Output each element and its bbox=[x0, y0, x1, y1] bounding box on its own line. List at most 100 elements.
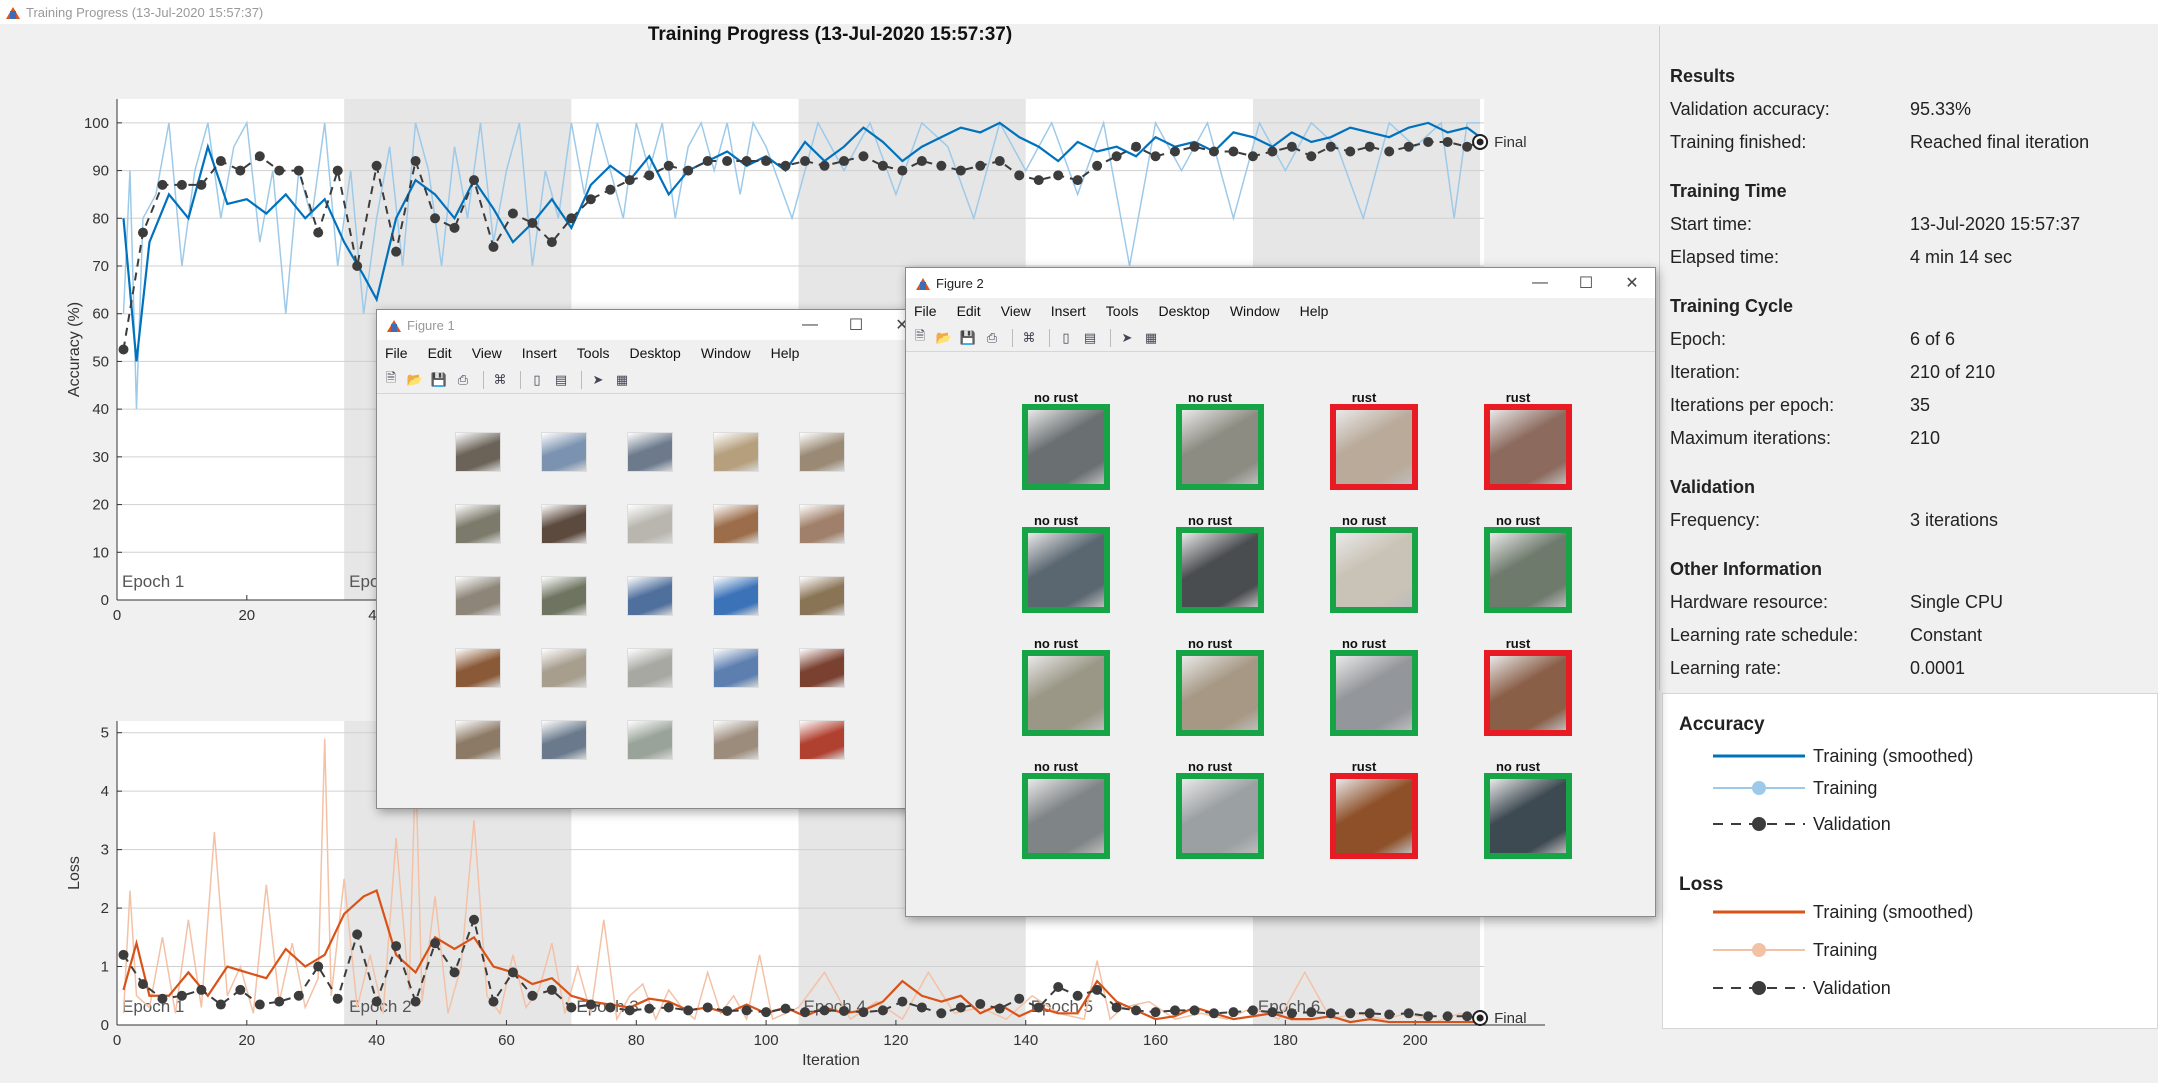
validation-point bbox=[644, 1003, 655, 1014]
legend-accuracy-item: Training bbox=[1813, 778, 1878, 798]
menu-item-insert[interactable]: Insert bbox=[522, 345, 557, 361]
y-tick-label: 4 bbox=[101, 783, 109, 800]
classified-image-cell: no rust bbox=[1135, 759, 1285, 859]
rust-image bbox=[1330, 404, 1418, 490]
validation-point bbox=[332, 993, 343, 1004]
classified-image-cell: no rust bbox=[1289, 636, 1439, 736]
image-thumbnail bbox=[541, 432, 587, 472]
legend-icon[interactable]: ▤ bbox=[1080, 328, 1100, 348]
validation-point bbox=[1208, 1008, 1219, 1019]
print-icon[interactable]: ⎙ bbox=[982, 328, 1002, 348]
x-axis-label: Iteration bbox=[802, 1052, 860, 1069]
figure-2-window[interactable]: Figure 2 — ☐ ✕ File Edit View Insert Tools De… bbox=[905, 267, 1656, 917]
open-file-icon[interactable]: 📂 bbox=[934, 328, 954, 348]
menu-item-desktop[interactable]: Desktop bbox=[1158, 303, 1209, 319]
results-key: Learning rate schedule: bbox=[1670, 625, 1859, 645]
menu-item-view[interactable]: View bbox=[472, 345, 502, 361]
toolbar-separator bbox=[483, 370, 484, 389]
validation-point bbox=[897, 996, 908, 1007]
x-tick-label: 180 bbox=[1273, 1032, 1298, 1049]
figure-1-window[interactable]: Figure 1 — ☐ ✕ File Edit View Insert Tools De… bbox=[376, 309, 926, 809]
menu-item-help[interactable]: Help bbox=[1300, 303, 1329, 319]
link-plot-icon[interactable]: ⌘ bbox=[1019, 328, 1039, 348]
results-key: Start time: bbox=[1670, 214, 1753, 234]
results-key: Learning rate: bbox=[1670, 658, 1782, 678]
matlab-logo-icon bbox=[387, 318, 401, 332]
image-thumbnail bbox=[627, 576, 673, 616]
print-icon[interactable]: ⎙ bbox=[453, 370, 473, 390]
pointer-icon[interactable]: ➤ bbox=[588, 370, 608, 390]
results-value: 210 bbox=[1910, 428, 1941, 448]
minimize-button[interactable]: — bbox=[1517, 268, 1563, 298]
validation-point bbox=[722, 1005, 733, 1016]
minimize-button[interactable]: — bbox=[787, 310, 833, 340]
menu-item-edit[interactable]: Edit bbox=[957, 303, 981, 319]
new-figure-icon[interactable]: 🗎 bbox=[381, 370, 401, 390]
results-value: 4 min 14 sec bbox=[1910, 247, 2013, 267]
menu-item-window[interactable]: Window bbox=[701, 345, 751, 361]
no-rust-image bbox=[1176, 773, 1264, 859]
validation-point bbox=[663, 1002, 674, 1013]
close-button[interactable]: ✕ bbox=[1609, 268, 1655, 298]
legend-icon[interactable]: ▤ bbox=[551, 370, 571, 390]
link-plot-icon[interactable]: ⌘ bbox=[490, 370, 510, 390]
toolbar-separator bbox=[1012, 328, 1013, 347]
menu-item-insert[interactable]: Insert bbox=[1051, 303, 1086, 319]
classified-image-cell: no rust bbox=[981, 759, 1131, 859]
class-label: no rust bbox=[1495, 759, 1541, 774]
validation-point bbox=[1306, 1007, 1317, 1018]
validation-point bbox=[955, 1002, 966, 1013]
menu-item-tools[interactable]: Tools bbox=[577, 345, 610, 361]
property-inspector-icon[interactable]: ▦ bbox=[612, 370, 632, 390]
menu-item-file[interactable]: File bbox=[914, 303, 937, 319]
figure-1-toolbar: 🗎 📂 💾 ⎙ ⌘ ▯ ▤ ➤ ▦ bbox=[377, 366, 925, 394]
menu-item-tools[interactable]: Tools bbox=[1106, 303, 1139, 319]
no-rust-image bbox=[1330, 527, 1418, 613]
validation-point bbox=[1345, 1008, 1356, 1019]
figure-1-canvas bbox=[377, 394, 925, 808]
colorbar-icon[interactable]: ▯ bbox=[527, 370, 547, 390]
menu-item-file[interactable]: File bbox=[385, 345, 408, 361]
validation-point bbox=[391, 941, 402, 952]
y-tick-label: 2 bbox=[101, 900, 109, 917]
open-file-icon[interactable]: 📂 bbox=[405, 370, 425, 390]
property-inspector-icon[interactable]: ▦ bbox=[1141, 328, 1161, 348]
class-label: no rust bbox=[1033, 513, 1079, 528]
validation-point bbox=[469, 914, 479, 925]
validation-point bbox=[780, 1003, 791, 1014]
save-icon[interactable]: 💾 bbox=[429, 370, 449, 390]
results-key: Iterations per epoch: bbox=[1670, 395, 1835, 415]
image-thumbnail bbox=[455, 432, 501, 472]
classified-image-cell: no rust bbox=[1289, 513, 1439, 613]
classified-image-cell: no rust bbox=[1135, 390, 1285, 490]
validation-point bbox=[1384, 1009, 1395, 1020]
save-icon[interactable]: 💾 bbox=[958, 328, 978, 348]
maximize-button[interactable]: ☐ bbox=[833, 310, 879, 340]
validation-point bbox=[488, 996, 499, 1007]
x-tick-label: 20 bbox=[238, 1032, 255, 1049]
rust-image bbox=[1484, 404, 1572, 490]
colorbar-icon[interactable]: ▯ bbox=[1056, 328, 1076, 348]
menu-item-help[interactable]: Help bbox=[771, 345, 800, 361]
x-tick-label: 0 bbox=[113, 1032, 121, 1049]
pointer-icon[interactable]: ➤ bbox=[1117, 328, 1137, 348]
image-thumbnail bbox=[541, 504, 587, 544]
results-key: Frequency: bbox=[1670, 510, 1761, 530]
figure-1-title-bar[interactable]: Figure 1 — ☐ ✕ bbox=[377, 310, 925, 340]
figure-2-title-bar[interactable]: Figure 2 — ☐ ✕ bbox=[906, 268, 1655, 298]
class-label: rust bbox=[1351, 390, 1377, 405]
menu-item-edit[interactable]: Edit bbox=[428, 345, 452, 361]
menu-item-view[interactable]: View bbox=[1001, 303, 1031, 319]
new-figure-icon[interactable]: 🗎 bbox=[910, 328, 930, 348]
figure-2-title: Figure 2 bbox=[936, 275, 984, 291]
validation-point bbox=[936, 1008, 947, 1019]
no-rust-image bbox=[1484, 527, 1572, 613]
validation-point bbox=[877, 1005, 888, 1016]
classified-image-cell: no rust bbox=[1443, 513, 1593, 613]
menu-item-window[interactable]: Window bbox=[1230, 303, 1280, 319]
maximize-button[interactable]: ☐ bbox=[1563, 268, 1609, 298]
image-thumbnail bbox=[713, 432, 759, 472]
results-value: 35 bbox=[1910, 395, 1931, 415]
menu-item-desktop[interactable]: Desktop bbox=[629, 345, 680, 361]
y-tick-label: 3 bbox=[101, 842, 109, 859]
